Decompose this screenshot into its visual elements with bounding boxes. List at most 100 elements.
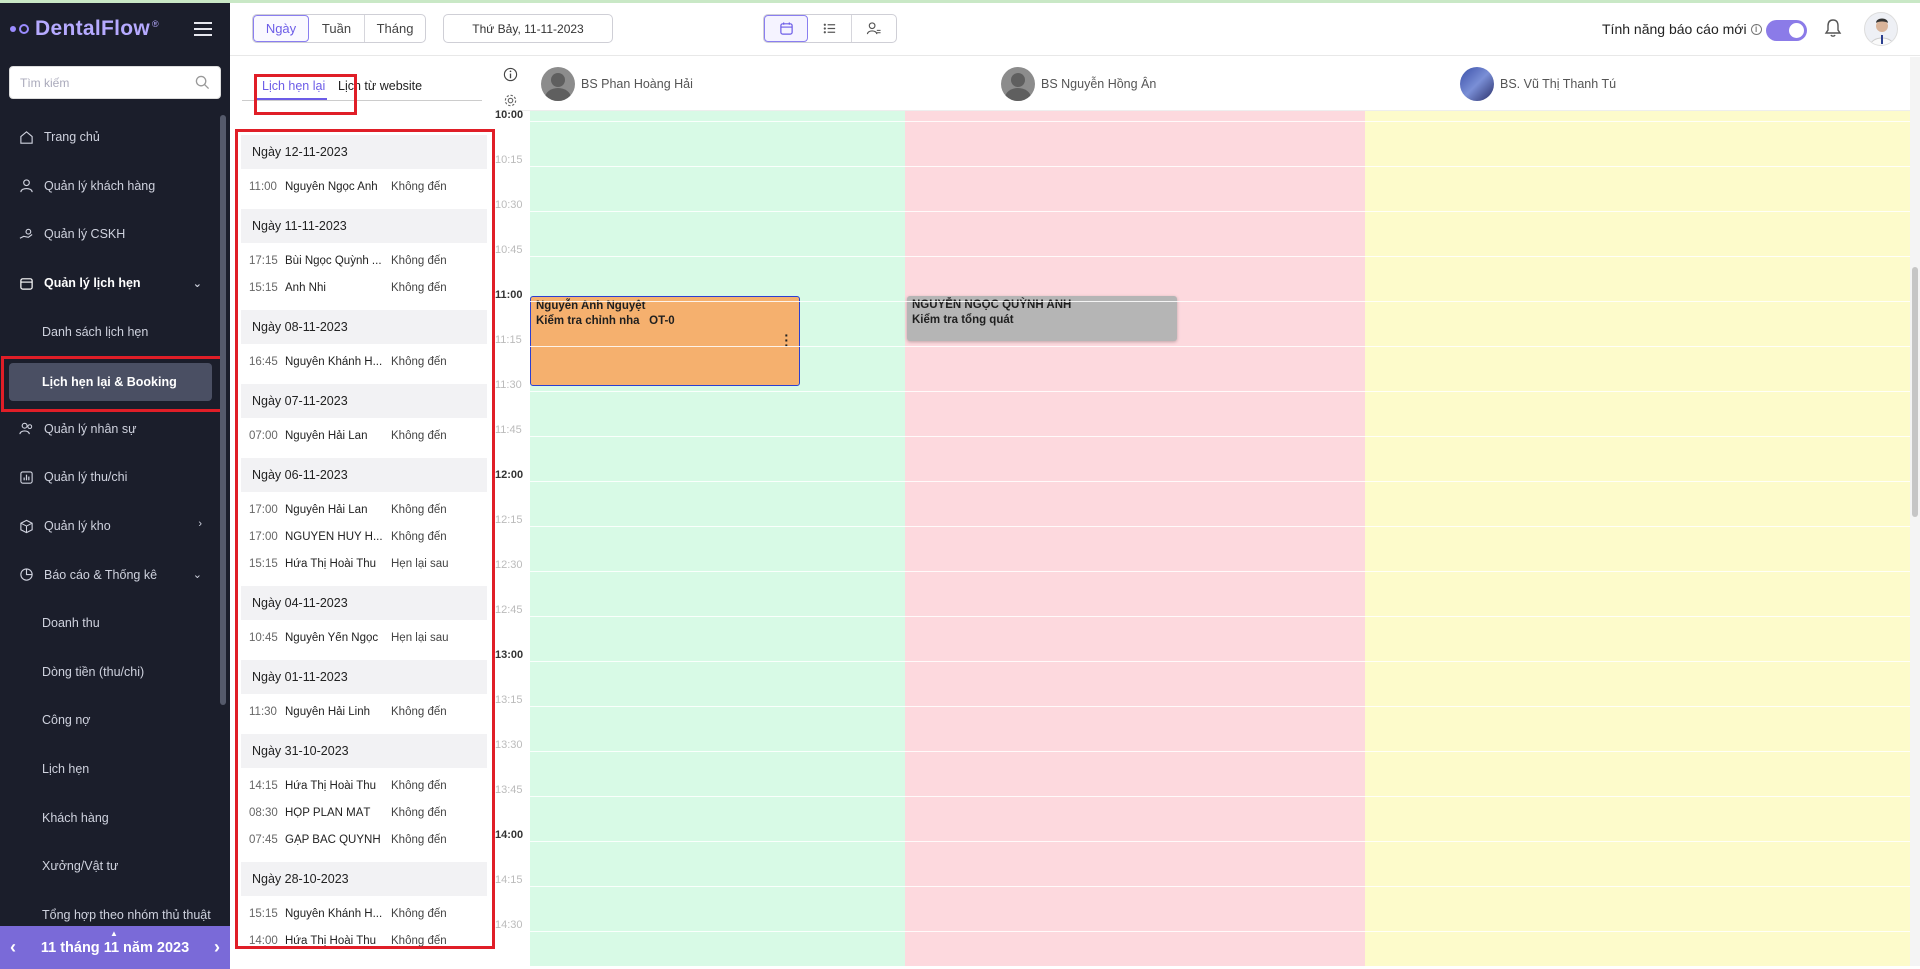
sidebar-item-home[interactable]: Trang chủ [0, 113, 230, 162]
search-icon[interactable] [195, 75, 210, 95]
recall-item[interactable]: 11:30 Nguyễn Hải Linh Không đến [241, 698, 487, 725]
date-group-header: Ngày 06-11-2023 [241, 458, 487, 492]
sidebar-item-report-customers[interactable]: Khách hàng [0, 793, 230, 842]
user-icon [18, 178, 34, 194]
recall-time: 11:30 [249, 705, 277, 718]
top-toolbar: Ngày Tuần Tháng Thứ Bảy, 11-11-2023 Tính… [230, 3, 1920, 56]
recall-status: Không đến [391, 429, 447, 442]
doctor-avatar [1460, 67, 1494, 101]
next-day-button[interactable]: › [214, 937, 220, 958]
recall-item[interactable]: 17:00 NGUYỄN HUY H... Không đến [241, 523, 487, 550]
sidebar-item-warehouse[interactable]: Quản lý kho › [0, 502, 230, 551]
feature-toggle[interactable] [1766, 20, 1807, 41]
time-label: 11:00 [495, 289, 523, 301]
sidebar-item-customers[interactable]: Quản lý khách hàng [0, 162, 230, 211]
grid-line [530, 796, 1910, 797]
feature-label: Tính năng báo cáo mới [1602, 21, 1747, 37]
sidebar-item-label: Lịch hẹn lại & Booking [9, 362, 212, 401]
recall-item[interactable]: 17:00 Nguyễn Hải Lan Không đến [241, 496, 487, 523]
date-picker[interactable]: Thứ Bảy, 11-11-2023 [443, 14, 613, 43]
doctor-column-2[interactable] [905, 111, 1365, 966]
sidebar-scrollbar[interactable] [220, 115, 226, 705]
sidebar-item-reports[interactable]: Báo cáo & Thống kê ⌄ [0, 550, 230, 599]
time-label: 14:30 [495, 919, 523, 931]
recall-time: 17:00 [249, 530, 278, 543]
doctor-columns: Nguyễn Anh Nguyệt Kiểm tra chỉnh nha OT-… [530, 111, 1910, 966]
appointment-card[interactable]: Nguyễn Anh Nguyệt Kiểm tra chỉnh nha OT-… [530, 296, 800, 386]
sidebar-item-appointment-list[interactable]: Danh sách lịch hẹn [0, 307, 230, 356]
search-input[interactable] [10, 67, 180, 98]
doctor-column-1[interactable] [530, 111, 905, 966]
doctor-header-2[interactable]: BS Nguyễn Hồng Ân [1001, 67, 1156, 101]
sidebar-item-cashflow[interactable]: Dòng tiền (thu/chi) [0, 648, 230, 697]
current-date-label[interactable]: 11 tháng 11 năm 2023 [41, 940, 189, 956]
range-week-button[interactable]: Tuần [309, 15, 365, 42]
app-logo[interactable]: DentalFlow ® [10, 17, 159, 41]
appointment-code: OT-0 [649, 315, 675, 327]
recall-status: Không đến [391, 907, 447, 920]
sidebar-item-revenue[interactable]: Doanh thu [0, 599, 230, 648]
recall-item[interactable]: 16:45 Nguyễn Khánh H... Không đến [241, 348, 487, 375]
appointment-service: Kiểm tra tổng quát [912, 314, 1014, 326]
doctor-header-3[interactable]: BS. Vũ Thị Thanh Tú [1460, 67, 1616, 101]
recall-item[interactable]: 11:00 Nguyễn Ngọc Anh Không đến [241, 173, 487, 200]
day-calendar: BS Phan Hoàng Hải BS Nguyễn Hồng Ân BS. … [495, 57, 1920, 966]
recall-item[interactable]: 07:00 Nguyễn Hải Lan Không đến [241, 422, 487, 449]
recall-time: 16:45 [249, 355, 278, 368]
doctor-column-3[interactable] [1365, 111, 1910, 966]
sidebar-item-appointments[interactable]: Quản lý lịch hẹn ⌄ [0, 259, 230, 308]
sidebar-item-label: Xưởng/Vật tư [42, 859, 119, 874]
recall-item[interactable]: 15:15 Nguyễn Khánh H... Không đến [241, 900, 487, 927]
recall-item[interactable]: 14:15 Hứa Thị Hoài Thu Không đến [241, 772, 487, 799]
calendar-scrollbar[interactable] [1910, 57, 1920, 966]
recall-item[interactable]: 15:15 Hứa Thị Hoài Thu Hẹn lại sau [241, 550, 487, 577]
scroll-thumb[interactable] [1912, 267, 1918, 517]
expand-up-icon[interactable]: ▲ [110, 929, 118, 938]
recall-item[interactable]: 15:15 Ánh Nhi Không đến [241, 274, 487, 301]
info-icon[interactable]: i [1750, 23, 1762, 35]
recall-item[interactable]: 07:45 GẶP BÁC QUỲNH Không đến [241, 826, 487, 853]
recall-status: Không đến [391, 503, 447, 516]
recall-item[interactable]: 14:00 Hứa Thị Hoài Thu Không đến [241, 927, 487, 954]
hand-heart-icon [18, 226, 34, 242]
grid-line [530, 166, 1910, 167]
new-report-feature: Tính năng báo cáo mới i [1602, 21, 1762, 37]
appointment-card[interactable]: NGUYỄN NGỌC QUỲNH ANH Kiểm tra tổng quát [907, 296, 1177, 341]
staff-view-button[interactable] [852, 15, 896, 42]
header-tools [503, 67, 518, 113]
sidebar-item-recall-booking[interactable]: Lịch hẹn lại & Booking [0, 355, 230, 412]
recall-status: Không đến [391, 806, 447, 819]
recall-time: 17:15 [249, 254, 278, 267]
list-view-button[interactable] [808, 15, 852, 42]
chevron-down-icon: ⌄ [192, 277, 202, 290]
sidebar-item-finance[interactable]: Quản lý thu/chi [0, 453, 230, 502]
appointment-service-line: Kiểm tra chỉnh nha OT-0 [536, 314, 794, 329]
range-month-button[interactable]: Tháng [365, 15, 425, 42]
recall-item[interactable]: 10:45 Nguyễn Yến Ngọc Hẹn lại sau [241, 624, 487, 651]
calendar-view-button[interactable] [764, 15, 808, 42]
doctor-header-1[interactable]: BS Phan Hoàng Hải [541, 67, 693, 101]
info-icon[interactable] [503, 67, 518, 87]
recall-item[interactable]: 08:30 HỌP PLAN MẮT Không đến [241, 799, 487, 826]
sidebar-item-report-appointments[interactable]: Lịch hẹn [0, 745, 230, 794]
sidebar-item-lab[interactable]: Xưởng/Vật tư [0, 842, 230, 891]
recall-status: Không đến [391, 281, 447, 294]
prev-day-button[interactable]: ‹ [10, 937, 16, 958]
date-group-header: Ngày 07-11-2023 [241, 384, 487, 418]
bell-icon[interactable] [1824, 18, 1842, 43]
user-avatar[interactable] [1864, 12, 1898, 46]
recall-name: HỌP PLAN MẮT [285, 806, 371, 819]
sidebar-item-staff[interactable]: Quản lý nhân sự [0, 405, 230, 454]
sidebar-item-cskh[interactable]: Quản lý CSKH [0, 210, 230, 259]
recall-time: 15:15 [249, 281, 278, 294]
recall-name: GẶP BÁC QUỲNH [285, 833, 381, 846]
recall-name: Bùi Ngọc Quỳnh ... [285, 254, 382, 267]
recall-name: Nguyễn Yến Ngọc [285, 631, 379, 644]
grid-line [530, 301, 1910, 302]
sidebar-item-label: Quản lý kho [44, 519, 111, 534]
menu-toggle-icon[interactable] [194, 22, 212, 36]
recall-item[interactable]: 17:15 Bùi Ngọc Quỳnh ... Không đến [241, 247, 487, 274]
recall-status: Không đến [391, 254, 447, 267]
sidebar-item-debt[interactable]: Công nợ [0, 696, 230, 745]
range-day-button[interactable]: Ngày [253, 15, 309, 42]
